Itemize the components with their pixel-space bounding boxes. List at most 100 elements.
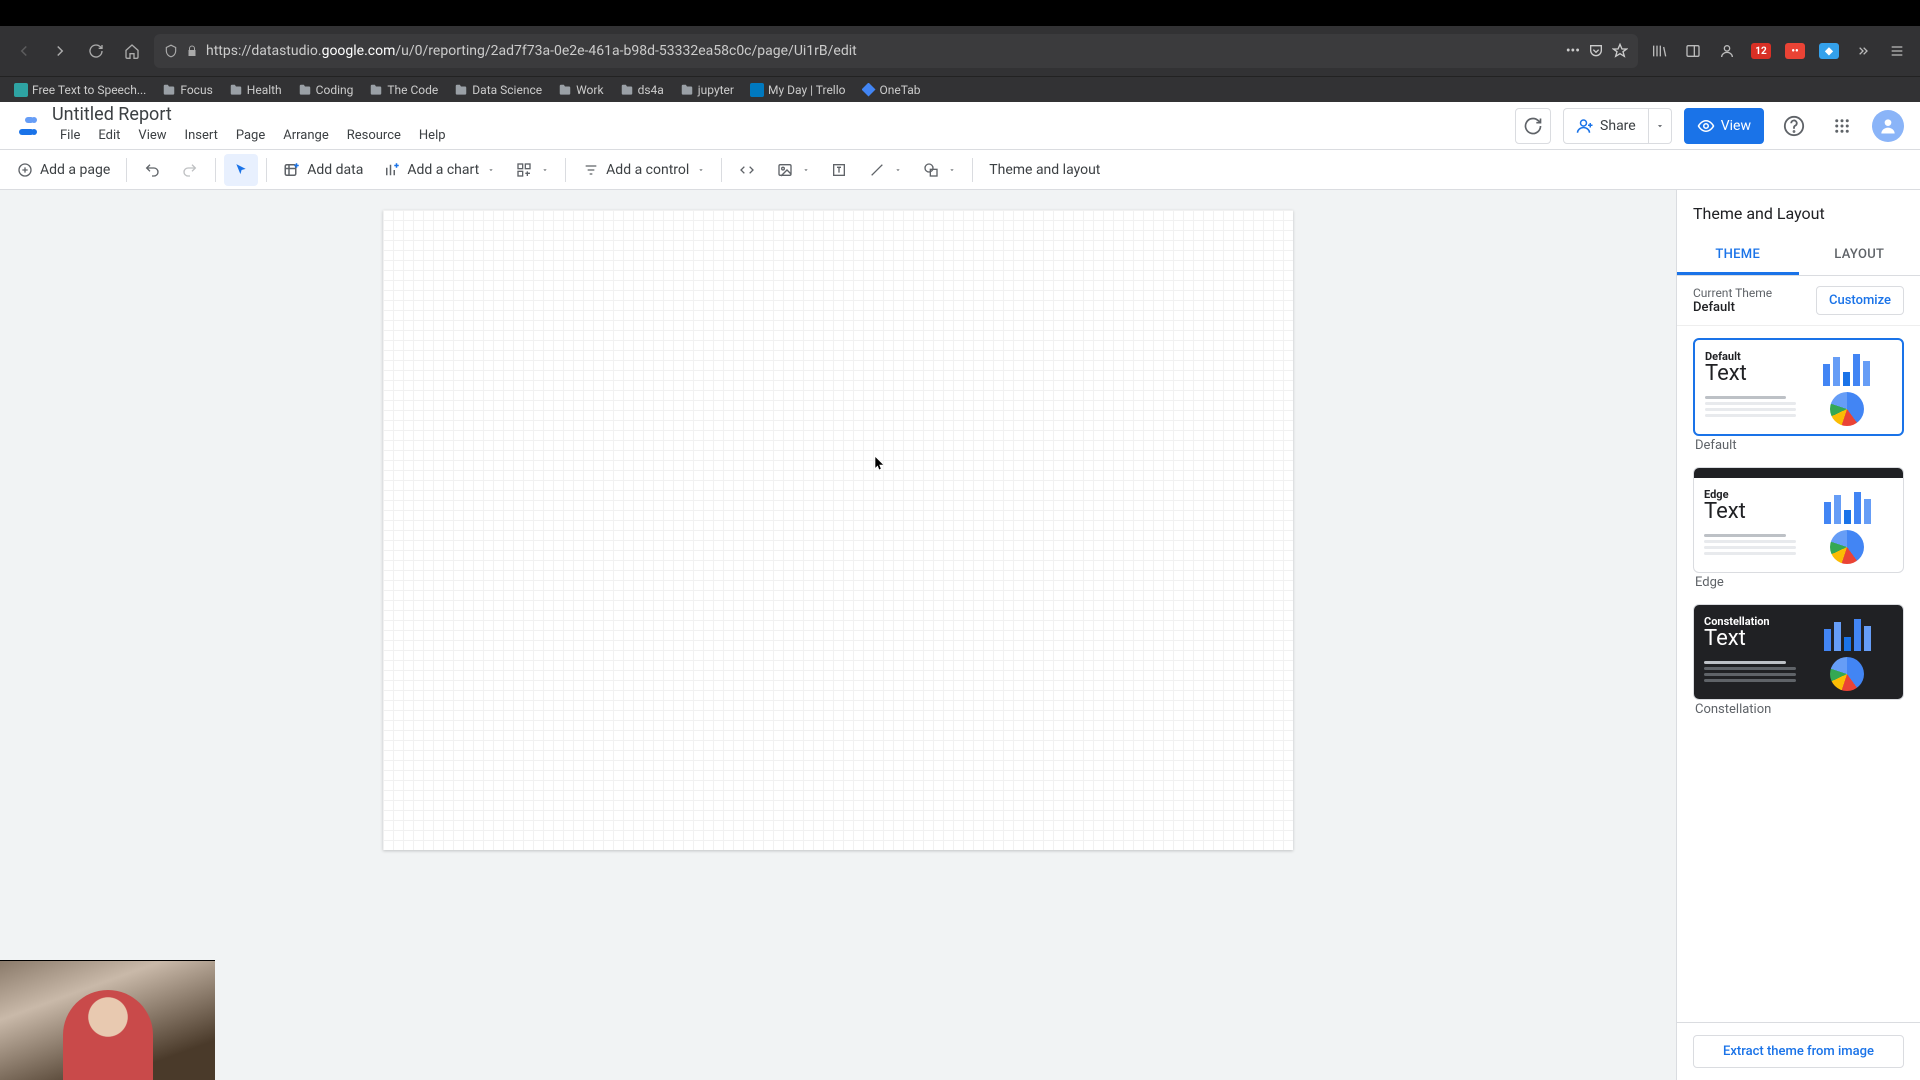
community-viz-button[interactable] (507, 154, 557, 186)
theme-card-edge[interactable]: EdgeText (1693, 467, 1904, 573)
refresh-data-button[interactable] (1515, 108, 1551, 144)
nav-forward-button[interactable] (46, 37, 74, 65)
redo-button[interactable] (173, 154, 207, 186)
eye-icon (1697, 117, 1715, 135)
bookmark-label: Coding (316, 83, 354, 97)
mini-bar-chart-icon (1802, 350, 1893, 386)
canvas-viewport[interactable] (0, 190, 1676, 1080)
bookmark-item[interactable]: jupyter (674, 79, 740, 101)
bookmark-item[interactable]: The Code (363, 79, 444, 101)
lock-icon (186, 45, 198, 57)
text-icon (830, 161, 848, 179)
image-button[interactable] (768, 154, 818, 186)
account-icon[interactable] (1714, 38, 1740, 64)
bookmark-item[interactable]: Coding (292, 79, 360, 101)
theme-name-label: Edge (1693, 573, 1904, 594)
add-control-label: Add a control (606, 162, 689, 178)
bookmark-item[interactable]: Data Science (448, 79, 548, 101)
library-icon[interactable] (1646, 38, 1672, 64)
menu-arrange[interactable]: Arrange (275, 126, 336, 145)
bookmark-label: ds4a (638, 83, 664, 97)
menu-view[interactable]: View (130, 126, 174, 145)
url-bar[interactable]: https://datastudio.google.com/u/0/report… (154, 34, 1638, 68)
bookmark-item[interactable]: Free Text to Speech... (8, 79, 152, 101)
customize-button[interactable]: Customize (1816, 286, 1904, 315)
bookmark-item[interactable]: Focus (156, 79, 218, 101)
mini-pie-icon (1830, 392, 1864, 426)
menu-file[interactable]: File (52, 126, 88, 145)
bookmark-label: Focus (180, 83, 212, 97)
person-add-icon (1576, 117, 1594, 135)
mini-lines-icon (1705, 392, 1796, 426)
menu-page[interactable]: Page (228, 126, 273, 145)
add-chart-button[interactable]: Add a chart (375, 154, 503, 186)
bookmark-label: jupyter (698, 83, 734, 97)
toolbar: Add a page Add data Add a chart (0, 150, 1920, 190)
themes-list[interactable]: DefaultTextDefaultEdgeTextEdgeConstellat… (1677, 326, 1920, 1022)
redo-icon (181, 161, 199, 179)
bookmarks-bar: Free Text to Speech... Focus Health Coding T… (0, 76, 1920, 102)
ext-badge-2[interactable]: •• (1782, 38, 1808, 64)
view-button[interactable]: View (1684, 108, 1764, 144)
account-avatar[interactable] (1872, 110, 1904, 142)
add-data-button[interactable]: Add data (275, 154, 371, 186)
tab-layout[interactable]: LAYOUT (1799, 237, 1920, 275)
bookmark-item[interactable]: Work (552, 79, 609, 101)
line-button[interactable] (860, 154, 910, 186)
theme-preview-text: Text (1705, 361, 1796, 386)
theme-card-default[interactable]: DefaultText (1693, 338, 1904, 436)
help-button[interactable] (1776, 108, 1812, 144)
mini-pie-icon (1830, 530, 1864, 564)
add-page-label: Add a page (40, 162, 110, 178)
nav-back-button[interactable] (10, 37, 38, 65)
menu-insert[interactable]: Insert (177, 126, 226, 145)
report-canvas[interactable] (383, 210, 1293, 850)
text-button[interactable] (822, 154, 856, 186)
shield-icon (164, 44, 178, 58)
menu-resource[interactable]: Resource (339, 126, 409, 145)
selection-tool-button[interactable] (224, 154, 258, 186)
theme-layout-label: Theme and layout (989, 162, 1100, 178)
theme-name-label: Constellation (1693, 700, 1904, 721)
theme-preview-text: Text (1704, 626, 1796, 651)
chevron-down-icon (1655, 121, 1665, 131)
mini-bar-chart-icon (1802, 615, 1894, 651)
bookmark-label: Data Science (472, 83, 542, 97)
share-button[interactable]: Share (1563, 108, 1649, 144)
chevron-down-icon (802, 166, 810, 174)
theme-layout-button[interactable]: Theme and layout (981, 154, 1108, 186)
image-icon (776, 161, 794, 179)
extract-theme-button[interactable]: Extract theme from image (1693, 1035, 1904, 1068)
browser-nav-bar: https://datastudio.google.com/u/0/report… (0, 26, 1920, 76)
shape-button[interactable] (914, 154, 964, 186)
bookmark-item[interactable]: ds4a (614, 79, 670, 101)
bookmark-star-icon[interactable] (1612, 43, 1628, 59)
pocket-icon[interactable] (1588, 43, 1604, 59)
nav-reload-button[interactable] (82, 37, 110, 65)
bookmark-item[interactable]: My Day | Trello (744, 79, 852, 101)
overflow-icon[interactable] (1850, 38, 1876, 64)
hamburger-menu-icon[interactable] (1884, 38, 1910, 64)
add-control-button[interactable]: Add a control (574, 154, 713, 186)
bookmark-item[interactable]: Health (223, 79, 288, 101)
meatball-icon[interactable]: ••• (1566, 43, 1580, 59)
nav-home-button[interactable] (118, 37, 146, 65)
share-dropdown[interactable] (1649, 108, 1672, 144)
menu-edit[interactable]: Edit (90, 126, 128, 145)
add-chart-label: Add a chart (407, 162, 479, 178)
url-embed-button[interactable] (730, 154, 764, 186)
sidebar-title: Theme and Layout (1677, 190, 1920, 237)
sidebar-tabs: THEME LAYOUT (1677, 237, 1920, 276)
ext-badge-1[interactable]: 12 (1748, 38, 1774, 64)
add-page-button[interactable]: Add a page (8, 154, 118, 186)
theme-card-constellation[interactable]: ConstellationText (1693, 604, 1904, 700)
ext-diamond-icon[interactable]: ◆ (1816, 38, 1842, 64)
bookmark-item[interactable]: OneTab (856, 79, 927, 101)
window-titlebar (0, 0, 1920, 26)
sidebar-toggle-icon[interactable] (1680, 38, 1706, 64)
undo-button[interactable] (135, 154, 169, 186)
apps-grid-button[interactable] (1824, 108, 1860, 144)
tab-theme[interactable]: THEME (1677, 237, 1799, 275)
menu-help[interactable]: Help (411, 126, 454, 145)
report-title[interactable]: Untitled Report (52, 106, 454, 124)
